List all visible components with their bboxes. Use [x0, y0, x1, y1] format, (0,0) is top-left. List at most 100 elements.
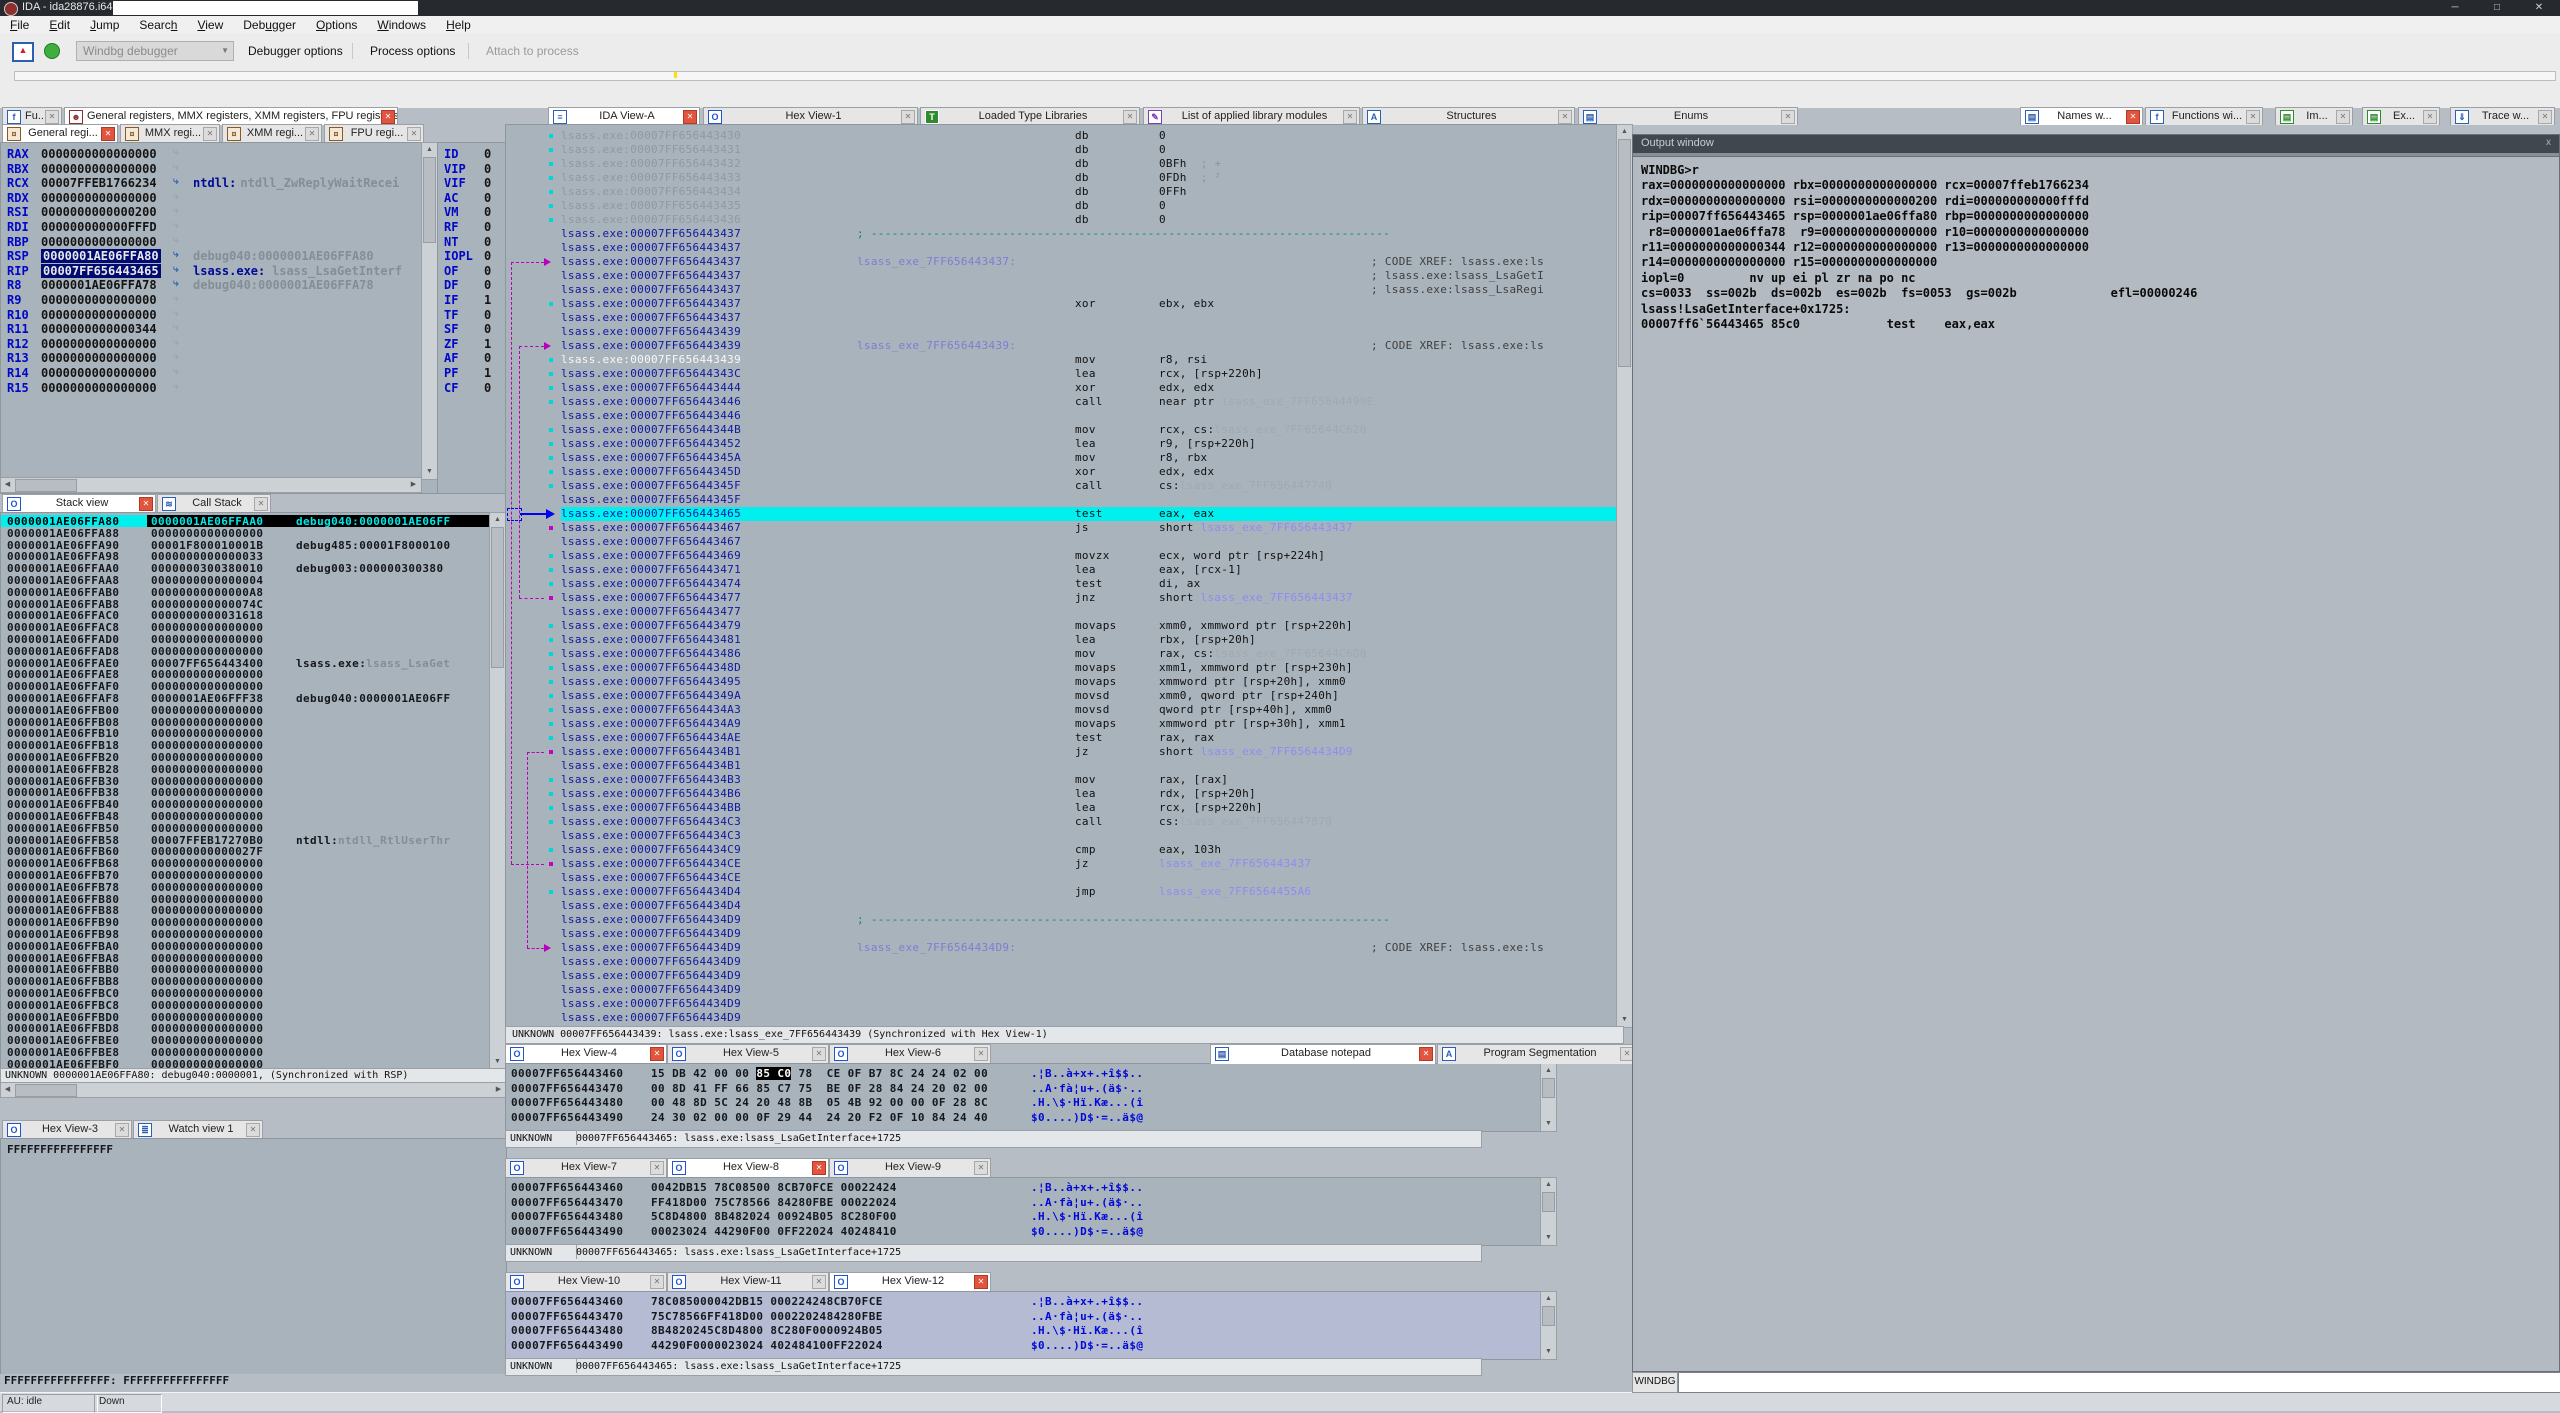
close-icon[interactable]: ✕: [2246, 110, 2260, 124]
close-icon[interactable]: ✕: [650, 1275, 664, 1289]
tab-mmx-regi-[interactable]: ¤MMX regi...✕: [120, 124, 220, 143]
disasm-line[interactable]: lsass.exe:00007FF6564434D9: [561, 983, 1617, 997]
stack-row[interactable]: 0000001AE06FFBB00000000000000000: [1, 963, 506, 975]
disasm-line[interactable]: lsass.exe:00007FF6564434CE: [561, 871, 1617, 885]
continue-process-icon[interactable]: [44, 43, 60, 59]
stack-row[interactable]: 0000001AE06FFBB80000000000000000: [1, 975, 506, 987]
stack-row[interactable]: 0000001AE06FFB380000000000000000: [1, 786, 506, 798]
register-value[interactable]: 0000000000000000: [41, 351, 157, 365]
scroll-up-icon[interactable]: ▲: [1541, 1064, 1556, 1077]
jump-arrow-icon[interactable]: ⤷: [173, 278, 179, 289]
register-value[interactable]: 0000000000000000: [41, 308, 157, 322]
register-row[interactable]: RSP0000001AE06FFA80⤷debug040:0000001AE06…: [1, 249, 421, 263]
stack-row[interactable]: 0000001AE06FFBC00000000000000000: [1, 987, 506, 999]
register-value[interactable]: 0000000000000000: [41, 162, 157, 176]
stack-row[interactable]: 0000001AE06FFAF00000000000000000: [1, 680, 506, 692]
disasm-ref[interactable]: lsass_exe_7FF656443437: [1201, 521, 1353, 534]
stack-row[interactable]: 0000001AE06FFAA00000000300380010debug003…: [1, 562, 506, 574]
disasm-ref[interactable]: lsass_exe_7FF656447740: [1180, 479, 1332, 492]
menu-options[interactable]: Options: [306, 17, 367, 33]
stack-row[interactable]: 0000001AE06FFB60000000000000027F: [1, 845, 506, 857]
close-button[interactable]: ✕: [2518, 0, 2560, 16]
disasm-line[interactable]: lsass.exe:00007FF656443471leaeax, [rcx-1…: [561, 563, 1617, 577]
debugger-select-combo[interactable]: Windbg debugger ▼: [76, 41, 234, 61]
scrollbar-thumb[interactable]: [15, 479, 77, 492]
stack-row[interactable]: 0000001AE06FFB100000000000000000: [1, 727, 506, 739]
disasm-line[interactable]: lsass.exe:00007FF6564434A3movsdqword ptr…: [561, 703, 1617, 717]
flag-row[interactable]: ZF1: [438, 337, 506, 351]
disasm-line[interactable]: lsass.exe:00007FF6564434D9lsass_exe_7FF6…: [561, 941, 1617, 955]
close-icon[interactable]: ✕: [1558, 110, 1572, 124]
register-row[interactable]: R120000000000000000⤷: [1, 337, 421, 351]
menu-edit[interactable]: Edit: [39, 17, 80, 33]
tab-hex-view-8[interactable]: OHex View-8✕: [667, 1158, 829, 1178]
registers-hscrollbar[interactable]: ◀▶: [0, 477, 422, 493]
hex-row[interactable]: 00007FF65644349000023024 44290F00 0FF220…: [506, 1225, 1541, 1239]
disassembly-vscrollbar[interactable]: ▲▼: [1616, 124, 1633, 1028]
windbg-command-button[interactable]: WINDBG: [1632, 1372, 1678, 1393]
tab-hex-view-12[interactable]: OHex View-12✕: [829, 1272, 991, 1292]
disassembly-view[interactable]: lsass.exe:00007FF656443430db0 lsass.exe:0…: [505, 124, 1618, 1028]
flag-row[interactable]: ID0: [438, 147, 506, 161]
disasm-line[interactable]: lsass.exe:00007FF6564434B1: [561, 759, 1617, 773]
close-icon[interactable]: ✕: [650, 1047, 664, 1061]
disasm-line[interactable]: lsass.exe:00007FF656443477jnzshort lsass…: [561, 591, 1617, 605]
register-row[interactable]: R90000000000000000⤷: [1, 293, 421, 307]
disasm-line[interactable]: lsass.exe:00007FF656443452lear9, [rsp+22…: [561, 437, 1617, 451]
close-icon[interactable]: ✕: [115, 1123, 129, 1137]
disasm-line[interactable]: lsass.exe:00007FF656443467jsshort lsass_…: [561, 521, 1617, 535]
stack-row[interactable]: 0000001AE06FFB000000000000000000: [1, 704, 506, 716]
stack-row[interactable]: 0000001AE06FFBD80000000000000000: [1, 1022, 506, 1034]
stack-row[interactable]: 0000001AE06FFB500000000000000000: [1, 822, 506, 834]
disasm-line[interactable]: lsass.exe:00007FF6564434D4: [561, 899, 1617, 913]
close-icon[interactable]: ✕: [974, 1161, 988, 1175]
close-icon[interactable]: ✕: [1343, 110, 1357, 124]
close-icon[interactable]: ✕: [650, 1161, 664, 1175]
stack-row[interactable]: 0000001AE06FFAD80000000000000000: [1, 645, 506, 657]
hex-vscrollbar[interactable]: ▲▼: [1540, 1177, 1557, 1246]
tab-watch-view-1[interactable]: ≣Watch view 1✕: [133, 1120, 263, 1139]
stack-row[interactable]: 0000001AE06FFB800000000000000000: [1, 893, 506, 905]
register-value[interactable]: 0000000000000000: [41, 191, 157, 205]
tab-hex-view-6[interactable]: OHex View-6✕: [829, 1044, 991, 1064]
minimize-button[interactable]: ─: [2434, 0, 2476, 16]
disasm-line[interactable]: lsass.exe:00007FF65644345Amovr8, rbx: [561, 451, 1617, 465]
disasm-ref[interactable]: lsass_exe_7FF656443437: [1159, 857, 1311, 870]
scroll-right-icon[interactable]: ▶: [407, 478, 420, 492]
register-value[interactable]: 0000000000000000: [41, 147, 157, 161]
hex-row[interactable]: 00007FF65644346015 DB 42 00 00 85 C0 78 …: [506, 1067, 1541, 1081]
flag-row[interactable]: VIF0: [438, 176, 506, 190]
hex-row[interactable]: 00007FF65644346078C085000042DB15 0002242…: [506, 1295, 1541, 1309]
stack-row[interactable]: 0000001AE06FFB780000000000000000: [1, 881, 506, 893]
disasm-line[interactable]: lsass.exe:00007FF6564434B3movrax, [rax]: [561, 773, 1617, 787]
scrollbar-thumb[interactable]: [1618, 139, 1631, 367]
close-icon[interactable]: ✕: [246, 1123, 260, 1137]
hex-vscrollbar[interactable]: ▲▼: [1540, 1063, 1557, 1132]
maximize-button[interactable]: □: [2476, 0, 2518, 16]
close-icon[interactable]: ✕: [1123, 110, 1137, 124]
flag-row[interactable]: IOPL0: [438, 249, 506, 263]
stack-hscrollbar[interactable]: ◀▶: [0, 1082, 507, 1098]
stack-row[interactable]: 0000001AE06FFBC80000000000000000: [1, 999, 506, 1011]
disasm-line[interactable]: lsass.exe:00007FF6564434C9cmpeax, 103h: [561, 843, 1617, 857]
hex-view-panel[interactable]: 00007FF65644346078C085000042DB15 0002242…: [505, 1291, 1542, 1360]
disasm-line[interactable]: lsass.exe:00007FF656443430db0: [561, 129, 1617, 143]
menu-file[interactable]: File: [0, 17, 39, 33]
registers-vscrollbar[interactable]: ▲▼: [421, 142, 438, 480]
disasm-line[interactable]: lsass.exe:00007FF656443437lsass_exe_7FF6…: [561, 255, 1617, 269]
menu-debugger[interactable]: Debugger: [233, 17, 306, 33]
disasm-line[interactable]: lsass.exe:00007FF656443439movr8, rsi: [561, 353, 1617, 367]
disasm-line[interactable]: lsass.exe:00007FF65644348Dmovapsxmm1, xm…: [561, 661, 1617, 675]
stack-row[interactable]: 0000001AE06FFB200000000000000000: [1, 751, 506, 763]
flag-row[interactable]: NT0: [438, 235, 506, 249]
close-icon[interactable]: ✕: [2126, 110, 2140, 124]
disasm-line[interactable]: lsass.exe:00007FF656443477: [561, 605, 1617, 619]
register-value[interactable]: 0000000000000200: [41, 205, 157, 219]
register-row[interactable]: R150000000000000000⤷: [1, 381, 421, 395]
stack-row[interactable]: 0000001AE06FFAC00000000000031618: [1, 609, 506, 621]
hex-view-panel[interactable]: 00007FF65644346015 DB 42 00 00 85 C0 78 …: [505, 1063, 1542, 1132]
tab-functions-wi-[interactable]: fFunctions wi...✕: [2145, 107, 2263, 125]
disasm-line[interactable]: lsass.exe:00007FF6564434C3: [561, 829, 1617, 843]
flag-row[interactable]: PF1: [438, 366, 506, 380]
tab-hex-view-11[interactable]: OHex View-11✕: [667, 1272, 829, 1292]
